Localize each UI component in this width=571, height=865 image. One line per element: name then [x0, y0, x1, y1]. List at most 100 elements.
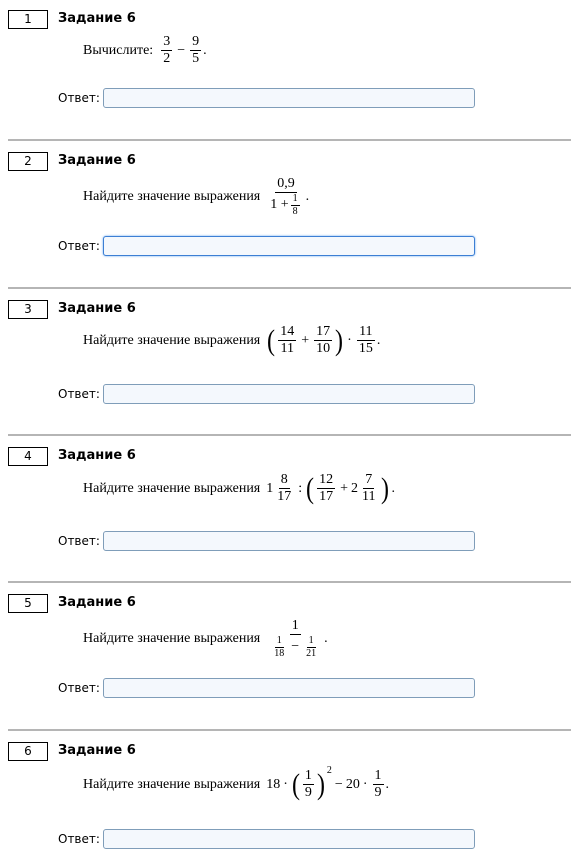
fraction: 11 15 — [357, 324, 375, 357]
problem-prompt: Найдите значение выражения — [83, 630, 261, 646]
numerator: 14 — [278, 324, 297, 342]
divider — [8, 434, 571, 436]
exponent: 2 — [326, 765, 332, 777]
fraction: 0,9 1 + 1 8 — [268, 176, 303, 217]
fraction: 7 11 — [360, 472, 377, 505]
operator: − — [334, 776, 343, 792]
left-paren: ( — [267, 323, 276, 357]
task-title: Задание 6 — [58, 448, 136, 463]
denominator: 11 — [362, 489, 376, 505]
answer-label: Ответ: — [58, 681, 100, 695]
numerator: 1 — [289, 618, 301, 636]
denominator: 1 + 1 8 — [268, 193, 303, 217]
answer-label: Ответ: — [58, 239, 100, 253]
denominator: 21 — [306, 647, 317, 659]
denominator: 15 — [358, 341, 373, 357]
task-title: Задание 6 — [58, 743, 136, 758]
problem-prompt: Найдите значение выражения — [83, 776, 261, 792]
right-paren: ) — [380, 471, 389, 505]
denominator: 17 — [319, 489, 334, 505]
left-paren: ( — [291, 767, 300, 801]
operator: · — [362, 776, 368, 792]
numerator: 0,9 — [275, 176, 297, 194]
fraction: 3 2 — [161, 34, 173, 67]
fraction: 1 21 — [304, 635, 318, 659]
denominator-prefix: 1 + — [270, 197, 289, 213]
period: . — [324, 630, 328, 646]
denominator: 9 — [374, 785, 382, 801]
task-title: Задание 6 — [58, 301, 136, 316]
answer-input[interactable] — [103, 384, 475, 404]
operator: · — [347, 332, 352, 348]
denominator: 11 — [280, 341, 294, 357]
problem-prompt: Найдите значение выражения — [83, 332, 261, 348]
task-number: 5 — [8, 594, 48, 613]
answer-input[interactable] — [103, 236, 475, 256]
divider — [8, 581, 571, 583]
denominator: 17 — [277, 489, 292, 505]
operator: : — [298, 480, 303, 496]
task-number: 6 — [8, 742, 48, 761]
answer-label: Ответ: — [58, 387, 100, 401]
period: . — [391, 480, 396, 496]
fraction: 9 5 — [190, 34, 202, 67]
task-problem: Найдите значение выражения 1 8 17 : ( 12… — [83, 472, 395, 505]
fraction: 1 18 — [272, 635, 286, 659]
math-expression: 1 8 17 : ( 12 17 + 2 7 11 ) . — [266, 472, 395, 505]
fraction: 8 17 — [275, 472, 293, 505]
denominator: 18 — [274, 647, 285, 659]
right-paren: ) — [335, 323, 344, 357]
operator: · — [283, 776, 288, 792]
fraction: 1 1 18 − 1 21 — [268, 618, 322, 659]
task-problem: Найдите значение выражения 1 1 18 − 1 21… — [83, 618, 328, 659]
numerator: 3 — [161, 34, 173, 52]
period: . — [385, 776, 390, 792]
answer-input[interactable] — [103, 531, 475, 551]
denominator: 1 18 − 1 21 — [268, 635, 322, 659]
divider — [8, 729, 571, 731]
denominator: 10 — [316, 341, 331, 357]
task-number: 4 — [8, 447, 48, 466]
divider — [8, 287, 571, 289]
answer-input[interactable] — [103, 678, 475, 698]
period: . — [203, 42, 207, 58]
operator: + — [340, 480, 349, 496]
fraction: 14 11 — [278, 324, 297, 357]
denominator: 8 — [292, 205, 298, 217]
task-number: 2 — [8, 152, 48, 171]
task-title: Задание 6 — [58, 11, 136, 26]
task-problem: Вычислите: 3 2 − 9 5 . — [83, 34, 207, 67]
answer-input[interactable] — [103, 829, 475, 849]
operator: − — [177, 42, 186, 58]
task-title: Задание 6 — [58, 595, 136, 610]
coefficient: 20 — [345, 776, 360, 792]
answer-input[interactable] — [103, 88, 475, 108]
whole-part: 2 — [351, 480, 359, 496]
problem-prompt: Найдите значение выражения — [83, 480, 261, 496]
numerator: 9 — [190, 34, 202, 52]
numerator: 17 — [314, 324, 333, 342]
task-problem: Найдите значение выражения 0,9 1 + 1 8 . — [83, 176, 309, 217]
task-number: 3 — [8, 300, 48, 319]
numerator: 1 — [372, 768, 384, 786]
fraction: 1 8 — [290, 193, 300, 217]
answer-label: Ответ: — [58, 534, 100, 548]
numerator: 1 — [306, 635, 316, 648]
divider — [8, 139, 571, 141]
answer-label: Ответ: — [58, 91, 100, 105]
numerator: 8 — [278, 472, 290, 490]
period: . — [376, 332, 381, 348]
numerator: 7 — [363, 472, 375, 490]
numerator: 12 — [317, 472, 336, 490]
coefficient: 18 — [266, 776, 281, 792]
numerator: 1 — [290, 193, 300, 206]
task-number: 1 — [8, 10, 48, 29]
denominator: 9 — [304, 785, 312, 801]
operator: − — [291, 639, 300, 655]
math-expression: 18 · ( 1 9 ) 2 − 20 · 1 9 . — [266, 765, 390, 801]
left-paren: ( — [306, 471, 315, 505]
fraction: 17 10 — [314, 324, 333, 357]
numerator: 1 — [302, 768, 314, 786]
fraction: 12 17 — [317, 472, 336, 505]
answer-label: Ответ: — [58, 832, 100, 846]
